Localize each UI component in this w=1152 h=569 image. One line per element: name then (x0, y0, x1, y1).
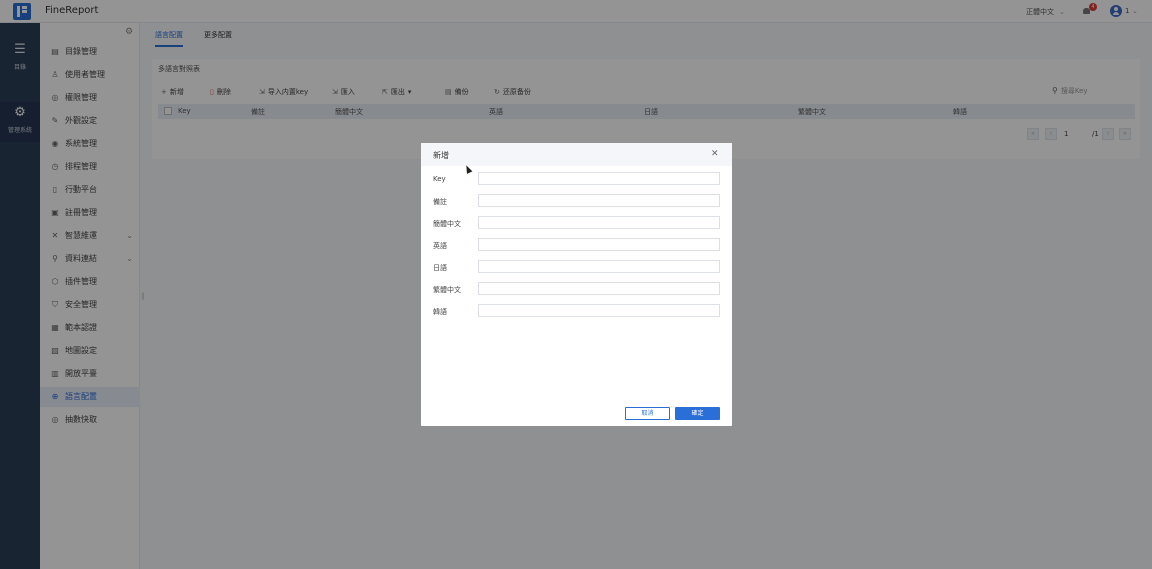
key-input[interactable] (478, 172, 720, 185)
field-label-japanese: 日語 (433, 264, 447, 272)
confirm-button[interactable]: 確定 (675, 407, 720, 420)
field-label-simplified-chinese: 簡體中文 (433, 220, 461, 228)
note-input[interactable] (478, 194, 720, 207)
field-label-english: 英語 (433, 242, 447, 250)
add-dialog: 新增 ✕ Key 備註 簡體中文 英語 日語 繁體中文 韓語 取消 確定 (421, 143, 732, 426)
field-label-key: Key (433, 175, 446, 183)
japanese-input[interactable] (478, 260, 720, 273)
dialog-header: 新增 ✕ (421, 143, 732, 166)
field-label-note: 備註 (433, 198, 447, 206)
simplified-chinese-input[interactable] (478, 216, 720, 229)
english-input[interactable] (478, 238, 720, 251)
korean-input[interactable] (478, 304, 720, 317)
dialog-title: 新增 (433, 151, 449, 160)
field-label-traditional-chinese: 繁體中文 (433, 286, 461, 294)
traditional-chinese-input[interactable] (478, 282, 720, 295)
close-icon[interactable]: ✕ (711, 149, 719, 159)
cancel-button[interactable]: 取消 (625, 407, 670, 420)
field-label-korean: 韓語 (433, 308, 447, 316)
